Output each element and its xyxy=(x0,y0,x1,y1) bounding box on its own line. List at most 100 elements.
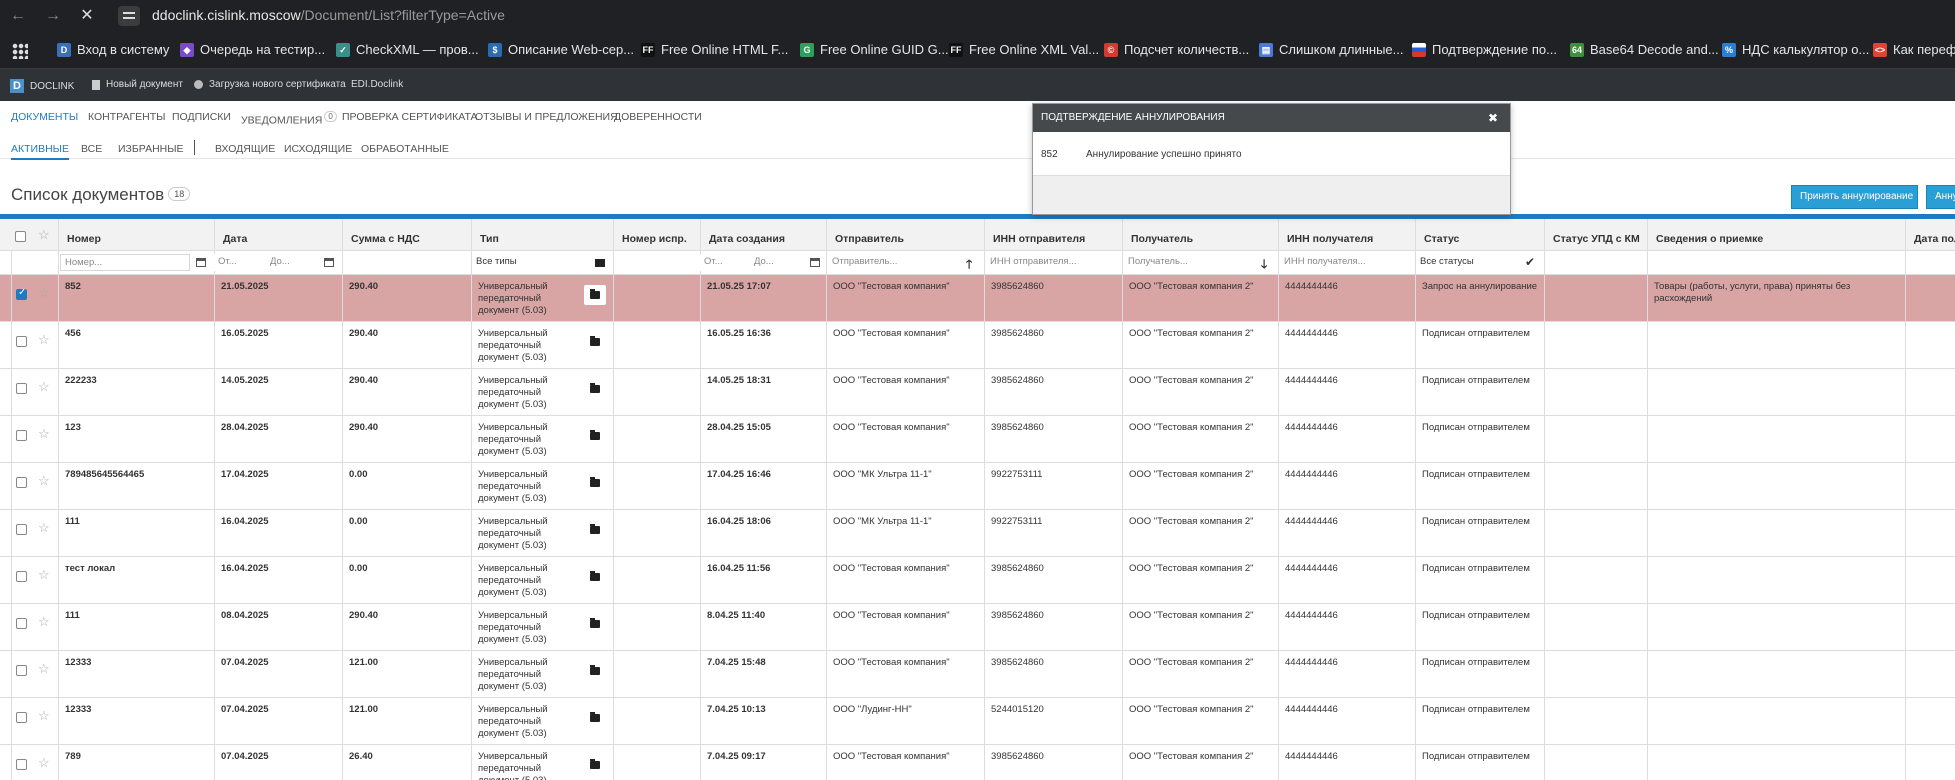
header-receiver-inn[interactable]: ИНН получателя xyxy=(1278,219,1415,251)
header-sum[interactable]: Сумма с НДС xyxy=(342,219,471,251)
apps-grid-icon[interactable] xyxy=(12,43,28,59)
bookmark-item[interactable]: $ Описание Web-сер... xyxy=(488,42,634,57)
status-select[interactable]: Все статусы xyxy=(1416,254,1516,271)
folder-icon[interactable] xyxy=(584,567,606,587)
app-logo[interactable]: D DOCLINK xyxy=(10,79,74,93)
table-row[interactable]: ☆ 123 28.04.2025 290.40 Универсальный переда… xyxy=(0,416,1955,463)
sort-up-icon[interactable]: 🡑 xyxy=(966,255,972,276)
header-number[interactable]: Номер xyxy=(58,219,214,251)
header-fix-number[interactable]: Номер испр. xyxy=(613,219,700,251)
type-select[interactable]: Все типы xyxy=(472,254,586,271)
select-all-checkbox[interactable] xyxy=(15,231,26,242)
accept-annulment-button[interactable]: Принять аннулирование xyxy=(1791,185,1918,209)
table-row[interactable]: ☆ 12333 07.04.2025 121.00 Универсальный пере… xyxy=(0,651,1955,698)
date-from-input[interactable]: От... xyxy=(214,254,266,271)
favorite-star-icon[interactable]: ☆ xyxy=(38,755,50,771)
calendar-icon[interactable] xyxy=(324,258,334,267)
address-bar[interactable]: ddoclink.cislink.moscow/Document/List?fi… xyxy=(152,7,505,23)
calendar-icon[interactable] xyxy=(810,258,820,267)
nav-feedback[interactable]: ОТЗЫВЫ И ПРЕДЛОЖЕНИЯ xyxy=(475,111,618,123)
favorite-star-icon[interactable]: ☆ xyxy=(38,614,50,630)
table-row[interactable]: ☆85221.05.2025290.40Универсальный переда… xyxy=(0,275,1955,322)
table-row[interactable]: ☆ 789485645564465 17.04.2025 0.00 Универсаль… xyxy=(0,463,1955,510)
close-icon[interactable]: ✖ xyxy=(1488,104,1498,132)
favorite-star-icon[interactable]: ☆ xyxy=(38,567,50,583)
tab-processed[interactable]: ОБРАБОТАННЫЕ xyxy=(361,143,449,155)
favorite-star-icon[interactable]: ☆ xyxy=(38,473,50,489)
bookmark-item[interactable]: % НДС калькулятор о... xyxy=(1722,42,1869,57)
tab-all[interactable]: ВСЕ xyxy=(81,143,102,155)
edi-doclink-link[interactable]: EDI.Doclink xyxy=(351,79,403,90)
sender-inn-filter-input[interactable]: ИНН отправителя... xyxy=(986,254,1120,271)
row-checkbox[interactable] xyxy=(16,287,27,300)
row-checkbox[interactable] xyxy=(16,336,27,347)
upload-certificate-link[interactable]: Загрузка нового сертификата xyxy=(194,79,346,90)
number-filter-input[interactable]: Номер... xyxy=(60,254,190,271)
folder-icon[interactable] xyxy=(595,259,605,267)
header-date[interactable]: Дата xyxy=(214,219,342,251)
forward-arrow-icon[interactable]: → xyxy=(42,5,64,27)
row-checkbox[interactable] xyxy=(16,524,27,535)
tab-outgoing[interactable]: ИСХОДЯЩИЕ xyxy=(284,143,352,155)
annul-button[interactable]: Анну xyxy=(1926,185,1955,209)
row-checkbox[interactable] xyxy=(16,477,27,488)
receiver-inn-filter-input[interactable]: ИНН получателя... xyxy=(1280,254,1413,271)
back-arrow-icon[interactable]: ← xyxy=(7,5,29,27)
new-document-link[interactable]: Новый документ xyxy=(92,79,183,90)
nav-documents[interactable]: ДОКУМЕНТЫ xyxy=(11,111,78,123)
favorite-star-icon[interactable]: ☆ xyxy=(38,520,50,536)
bookmark-item[interactable]: ✓ CheckXML — пров... xyxy=(336,42,479,57)
bookmark-item[interactable]: ▤ Слишком длинные... xyxy=(1259,42,1403,57)
bookmark-item[interactable]: 64 Base64 Decode and... xyxy=(1570,42,1719,57)
bookmark-item[interactable]: FF Free Online HTML F... xyxy=(641,42,788,57)
favorite-star-icon[interactable]: ☆ xyxy=(38,285,50,301)
table-row[interactable]: ☆ 789 07.04.2025 26.40 Универсальный передат… xyxy=(0,745,1955,780)
table-row[interactable]: ☆ тест локал 16.04.2025 0.00 Универсальный п… xyxy=(0,557,1955,604)
header-received-date[interactable]: Дата пол xyxy=(1905,219,1955,251)
folder-icon[interactable] xyxy=(584,426,606,446)
table-row[interactable]: ☆ 456 16.05.2025 290.40 Универсальный переда… xyxy=(0,322,1955,369)
header-sender-inn[interactable]: ИНН отправителя xyxy=(984,219,1122,251)
header-sender[interactable]: Отправитель xyxy=(826,219,984,251)
table-row[interactable]: ☆ 111 16.04.2025 0.00 Универсальный передато… xyxy=(0,510,1955,557)
table-row[interactable]: ☆ 12333 07.04.2025 121.00 Универсальный пере… xyxy=(0,698,1955,745)
folder-icon[interactable] xyxy=(584,520,606,540)
table-row[interactable]: ☆ 222233 14.05.2025 290.40 Универсальный пер… xyxy=(0,369,1955,416)
header-type[interactable]: Тип xyxy=(471,219,613,251)
table-row[interactable]: ☆ 111 08.04.2025 290.40 Универсальный переда… xyxy=(0,604,1955,651)
folder-icon[interactable] xyxy=(584,614,606,634)
favorite-star-icon[interactable]: ☆ xyxy=(38,379,50,395)
receiver-filter-input[interactable]: Получатель... xyxy=(1124,254,1254,271)
nav-contractors[interactable]: КОНТРАГЕНТЫ xyxy=(88,111,165,123)
folder-icon[interactable] xyxy=(584,285,606,305)
created-to-input[interactable]: До... xyxy=(750,254,804,271)
bookmark-item[interactable]: FF Free Online XML Val... xyxy=(949,42,1099,57)
nav-power-of-attorney[interactable]: ДОВЕРЕННОСТИ xyxy=(614,111,702,123)
calendar-icon[interactable] xyxy=(196,258,206,267)
star-header-icon[interactable]: ☆ xyxy=(38,227,50,243)
header-created[interactable]: Дата создания xyxy=(700,219,826,251)
created-from-input[interactable]: От... xyxy=(700,254,750,271)
bookmark-item[interactable]: © Подсчет количеств... xyxy=(1104,42,1249,57)
check-icon[interactable]: ✔ xyxy=(1525,255,1535,269)
folder-icon[interactable] xyxy=(584,755,606,775)
row-checkbox[interactable] xyxy=(16,571,27,582)
tab-incoming[interactable]: ВХОДЯЩИЕ xyxy=(215,143,275,155)
folder-icon[interactable] xyxy=(584,379,606,399)
nav-certificate-check[interactable]: ПРОВЕРКА СЕРТИФИКАТА xyxy=(342,111,478,123)
row-checkbox[interactable] xyxy=(16,430,27,441)
bookmark-item[interactable]: <> Как перефор xyxy=(1873,42,1955,57)
row-checkbox[interactable] xyxy=(16,618,27,629)
site-settings-icon[interactable] xyxy=(118,6,140,26)
tab-active[interactable]: АКТИВНЫЕ xyxy=(11,143,69,160)
tab-favorites[interactable]: ИЗБРАННЫЕ xyxy=(118,143,184,155)
favorite-star-icon[interactable]: ☆ xyxy=(38,332,50,348)
header-upd-status[interactable]: Статус УПД с КМ xyxy=(1544,219,1647,251)
folder-icon[interactable] xyxy=(584,332,606,352)
row-checkbox[interactable] xyxy=(16,383,27,394)
bookmark-item[interactable]: Подтверждение по... xyxy=(1412,42,1557,57)
stop-loading-icon[interactable]: ✕ xyxy=(76,5,98,27)
sort-down-icon[interactable]: 🡓 xyxy=(1261,255,1267,276)
bookmark-item[interactable]: D Вход в систему xyxy=(57,42,169,57)
header-receiver[interactable]: Получатель xyxy=(1122,219,1278,251)
